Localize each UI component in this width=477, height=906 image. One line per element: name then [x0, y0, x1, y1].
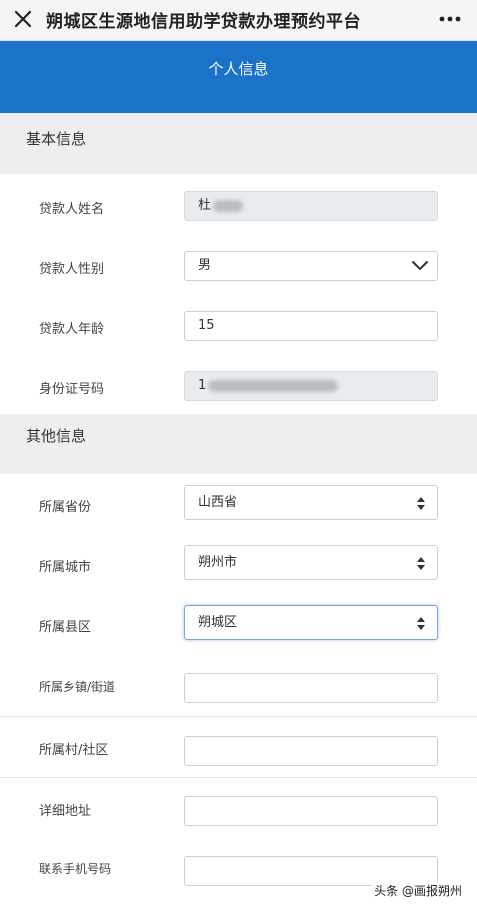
row-province: 所属省份 山西省: [0, 474, 477, 535]
label-id-number: 身份证号码: [39, 382, 105, 397]
redacted-blur: [213, 199, 244, 212]
top-bar: 朔城区生源地信用助学贷款办理预约平台: [0, 0, 477, 41]
more-dots-icon: [439, 16, 461, 22]
close-button[interactable]: [10, 6, 36, 32]
city-value: 朔州市: [198, 555, 238, 570]
gender-select[interactable]: 男: [184, 251, 438, 281]
section-basic-info: 基本信息: [0, 113, 477, 174]
county-select[interactable]: 朔城区: [184, 605, 438, 640]
chevron-down-icon: [412, 261, 428, 271]
label-loan-name: 贷款人姓名: [39, 202, 105, 217]
sort-updown-icon: [417, 557, 425, 570]
row-id-number: 身份证号码 1: [0, 356, 477, 414]
section-other-title: 其他信息: [26, 427, 87, 445]
label-town: 所属乡镇/街道: [39, 680, 116, 694]
label-phone: 联系手机号码: [39, 862, 112, 876]
sort-updown-icon: [417, 497, 425, 510]
label-loan-age: 贷款人年龄: [39, 322, 105, 337]
loan-name-value: 杜: [198, 198, 212, 213]
gender-value: 男: [198, 258, 212, 273]
county-value: 朔城区: [198, 615, 238, 630]
page-title: 朔城区生源地信用助学贷款办理预约平台: [46, 12, 361, 32]
label-city: 所属城市: [39, 560, 92, 575]
row-loan-age: 贷款人年龄 15: [0, 296, 477, 357]
section-basic-title: 基本信息: [26, 130, 87, 148]
age-input[interactable]: 15: [184, 311, 438, 341]
city-select[interactable]: 朔州市: [184, 545, 438, 580]
watermark: 头条 @画报朔州: [371, 881, 465, 900]
close-icon: [14, 10, 32, 28]
row-address: 详细地址: [0, 778, 477, 839]
row-county: 所属县区 朔城区: [0, 594, 477, 655]
row-loan-name: 贷款人姓名 杜: [0, 176, 477, 237]
label-loan-gender: 贷款人性别: [39, 262, 105, 277]
label-province: 所属省份: [39, 500, 92, 515]
address-input[interactable]: [184, 796, 438, 826]
row-city: 所属城市 朔州市: [0, 534, 477, 595]
label-village: 所属村/社区: [39, 743, 109, 758]
redacted-blur: [208, 379, 339, 392]
village-input[interactable]: [184, 736, 438, 766]
section-other-info: 其他信息: [0, 414, 477, 474]
personal-info-header: 个人信息: [0, 41, 477, 113]
row-loan-gender: 贷款人性别 男: [0, 236, 477, 297]
row-town: 所属乡镇/街道: [0, 654, 477, 717]
label-county: 所属县区: [39, 620, 92, 635]
province-select[interactable]: 山西省: [184, 485, 438, 520]
header-title: 个人信息: [208, 60, 269, 78]
more-button[interactable]: [437, 8, 463, 30]
sort-updown-icon: [417, 617, 425, 630]
id-number-field: 1: [184, 371, 438, 401]
row-village: 所属村/社区: [0, 717, 477, 778]
id-number-value: 1: [198, 378, 207, 393]
province-value: 山西省: [198, 495, 238, 510]
loan-name-field: 杜: [184, 191, 438, 221]
label-address: 详细地址: [39, 804, 92, 819]
town-input[interactable]: [184, 673, 438, 703]
age-value: 15: [198, 318, 215, 333]
